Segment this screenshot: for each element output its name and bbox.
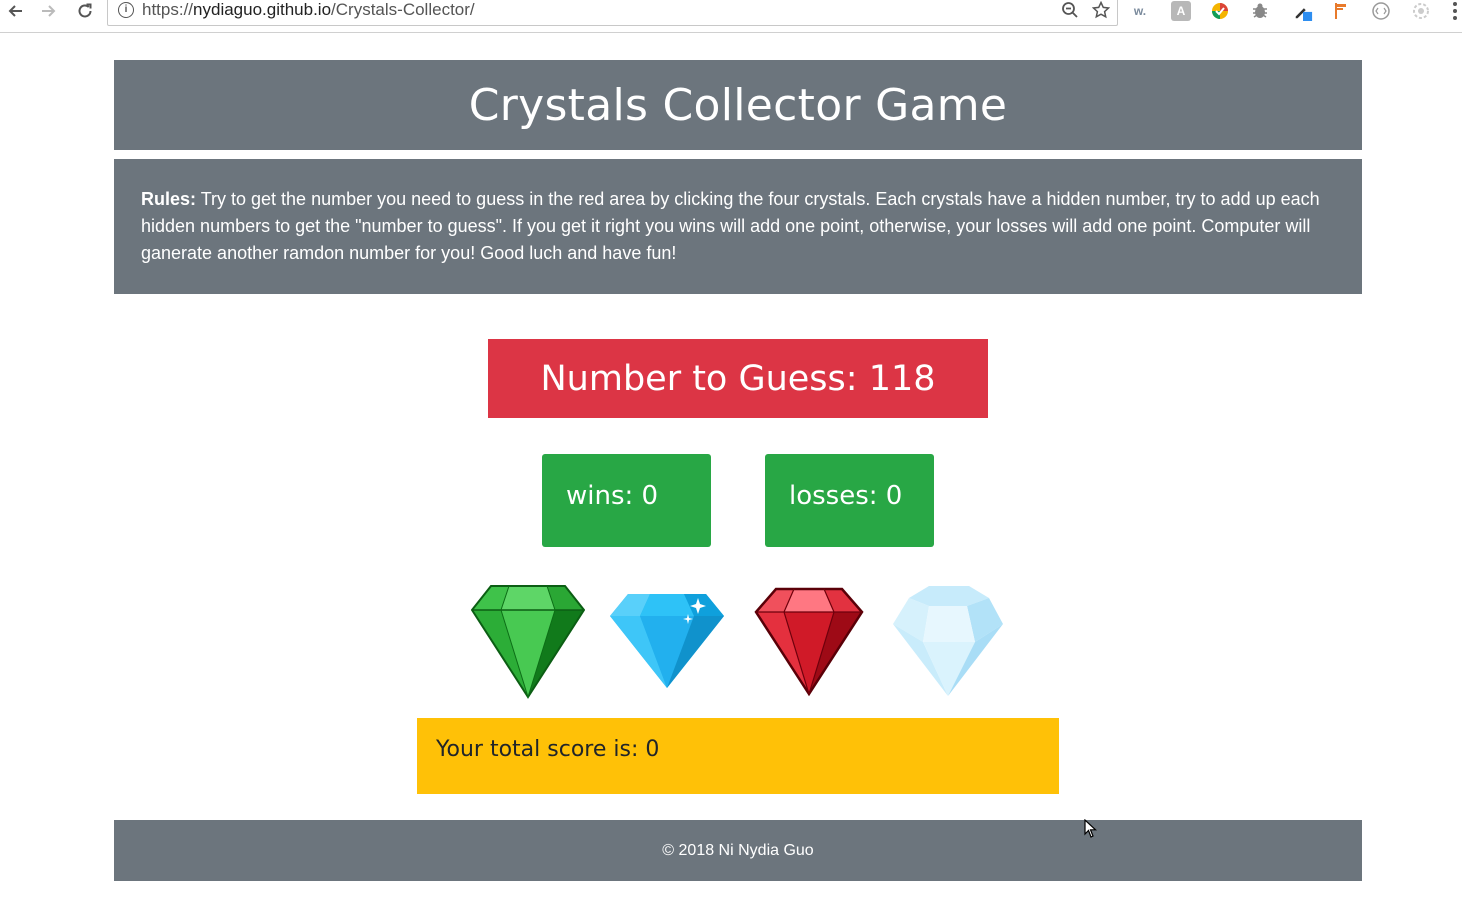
clear-crystal-icon xyxy=(893,586,1003,696)
url-text[interactable]: https://nydiaguo.github.io/Crystals-Coll… xyxy=(142,0,475,20)
total-score-label: Your total score is: 0 xyxy=(436,737,660,762)
blue-crystal-icon xyxy=(610,594,724,688)
green-crystal-icon xyxy=(470,585,586,699)
losses-box: losses: 0 xyxy=(765,454,934,547)
back-icon[interactable] xyxy=(3,0,27,22)
reload-icon[interactable] xyxy=(73,0,97,22)
address-bar[interactable]: i https://nydiaguo.github.io/Crystals-Co… xyxy=(107,0,1118,26)
browser-menu-icon[interactable] xyxy=(1450,0,1460,22)
losses-label: losses: 0 xyxy=(789,481,903,511)
w-extension-icon[interactable]: w. xyxy=(1130,1,1150,21)
clear-crystal-button[interactable] xyxy=(891,584,1005,699)
colorful-extension-icon[interactable] xyxy=(1210,1,1230,21)
wins-label: wins: 0 xyxy=(566,481,659,511)
bookmark-star-icon[interactable] xyxy=(1091,0,1111,20)
eyedropper-extension-icon[interactable] xyxy=(1293,1,1313,21)
wins-box: wins: 0 xyxy=(542,454,711,547)
rules-label: Rules: xyxy=(141,189,197,209)
footer-copyright: © 2018 Ni Nydia Guo xyxy=(662,841,814,859)
circle-extension-icon[interactable] xyxy=(1371,1,1391,21)
flag-extension-icon[interactable] xyxy=(1332,1,1352,21)
bug-extension-icon[interactable] xyxy=(1250,1,1270,21)
a-extension-icon[interactable]: A xyxy=(1171,1,1191,21)
number-to-guess-box: Number to Guess: 118 xyxy=(488,339,988,418)
mouse-cursor-icon xyxy=(1084,819,1098,838)
total-score-box: Your total score is: 0 xyxy=(417,718,1059,794)
rules-text: Try to get the number you need to guess … xyxy=(141,189,1320,263)
browser-toolbar: i https://nydiaguo.github.io/Crystals-Co… xyxy=(0,0,1462,33)
gear-extension-icon[interactable] xyxy=(1411,1,1431,21)
green-crystal-button[interactable] xyxy=(470,584,586,699)
page-title: Crystals Collector Game xyxy=(468,79,1008,131)
blue-crystal-button[interactable] xyxy=(610,584,724,699)
page-header: Crystals Collector Game xyxy=(114,60,1362,150)
info-icon[interactable]: i xyxy=(118,2,134,18)
red-crystal-button[interactable] xyxy=(752,584,866,699)
page-footer: © 2018 Ni Nydia Guo xyxy=(114,820,1362,881)
red-crystal-icon xyxy=(754,587,864,697)
zoom-icon[interactable] xyxy=(1060,0,1080,20)
forward-icon[interactable] xyxy=(37,0,61,22)
rules-panel: Rules: Try to get the number you need to… xyxy=(114,159,1362,294)
number-to-guess-label: Number to Guess: 118 xyxy=(540,358,936,399)
